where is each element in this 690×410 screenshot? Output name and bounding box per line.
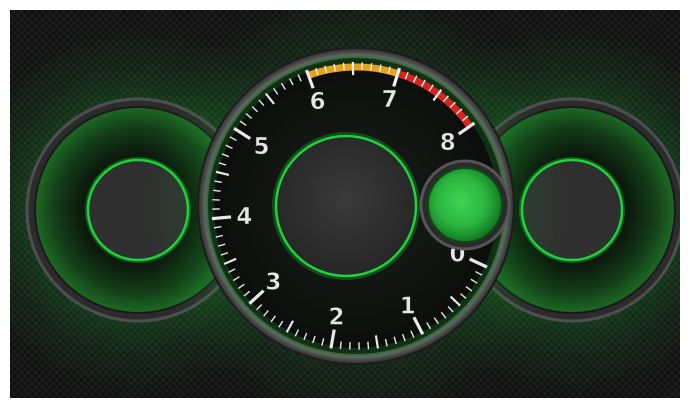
minor-tick <box>213 189 221 192</box>
minor-tick <box>367 341 370 350</box>
indicator-lamp <box>419 159 511 251</box>
dashboard-screen: 012345678 <box>0 0 690 410</box>
minor-tick <box>370 63 373 71</box>
dial-number-6: 6 <box>310 89 326 115</box>
dial-number-2: 2 <box>329 304 345 330</box>
dial-number-1: 1 <box>400 293 416 319</box>
minor-tick <box>342 62 345 71</box>
minor-tick <box>213 226 222 229</box>
dial-number-4: 4 <box>236 204 252 230</box>
dial-number-8: 8 <box>440 130 456 156</box>
tachometer: 0123456 78 <box>141 10 571 398</box>
tachometer-hub <box>274 134 418 278</box>
dial-number-5: 5 <box>254 134 270 160</box>
carbon-fiber-panel: 012345678 <box>10 10 680 398</box>
minor-tick <box>339 341 342 349</box>
instrument-cluster: 0123456 78 <box>10 10 680 398</box>
dial-number-7: 7 <box>382 87 398 113</box>
major-tick <box>211 215 232 221</box>
minor-tick <box>333 63 336 72</box>
dial-number-3: 3 <box>265 270 281 296</box>
